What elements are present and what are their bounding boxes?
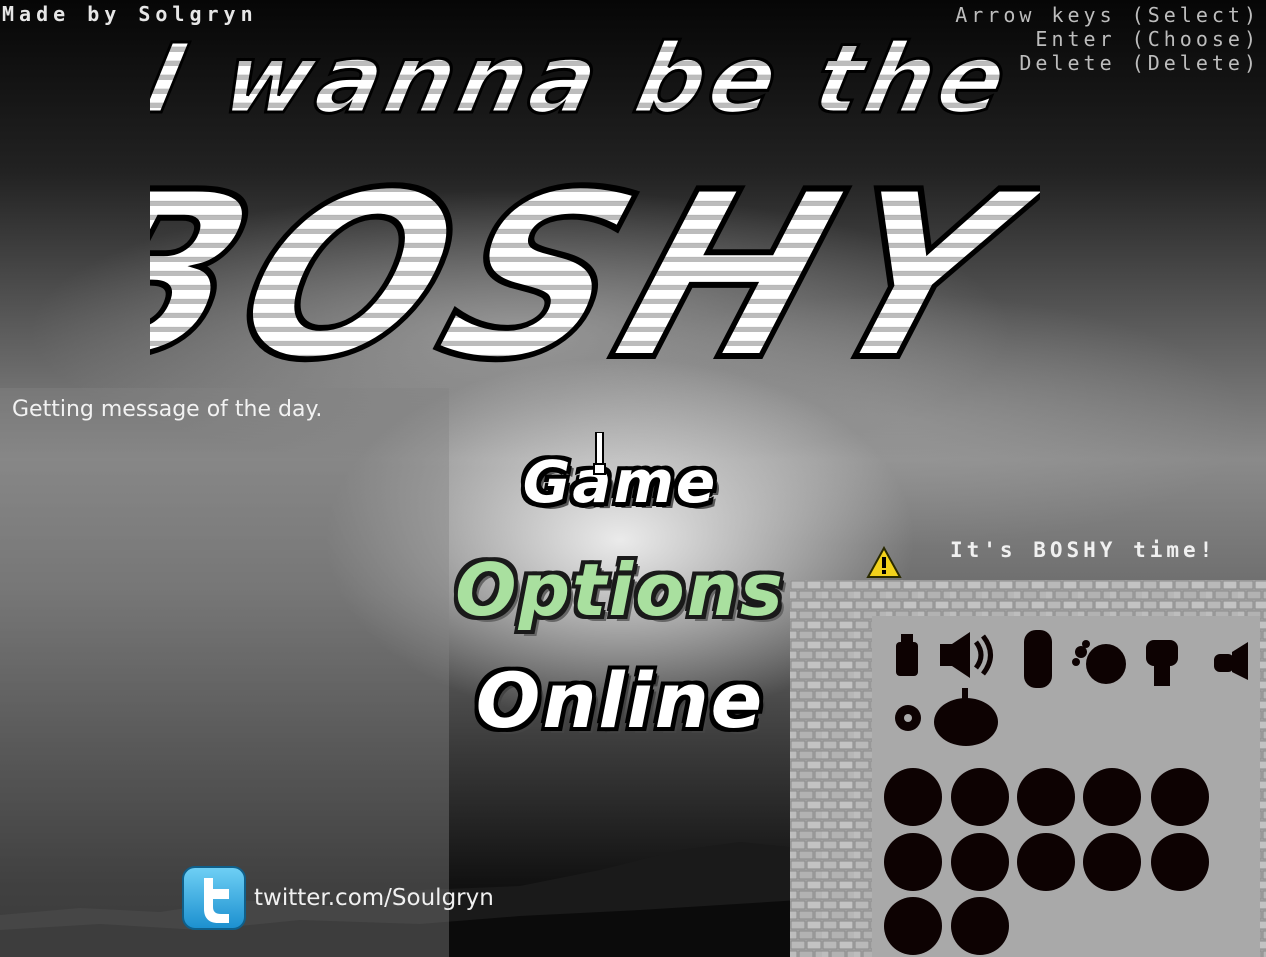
collection-panel	[790, 580, 1266, 957]
warning-icon	[866, 546, 902, 578]
credit-text: Made by Solgryn	[2, 2, 258, 26]
capsule-icon	[1024, 630, 1052, 688]
game-logo: I wanna be the BOSHY	[150, 24, 1040, 364]
gear-icon	[895, 705, 921, 731]
menu-cursor-icon	[593, 432, 606, 475]
status-notice: It's BOSHY time!	[950, 538, 1217, 562]
logo-line2: BOSHY	[150, 143, 1040, 364]
logo-line1: I wanna be the	[150, 24, 1020, 135]
menu-item-game[interactable]: Game	[385, 448, 855, 516]
message-of-the-day: Getting message of the day.	[12, 397, 323, 422]
twitter-icon[interactable]	[182, 866, 246, 930]
menu-item-online[interactable]: Online	[385, 656, 855, 745]
twitter-link[interactable]: twitter.com/Soulgryn	[254, 885, 494, 911]
title-screen: Made by Solgryn Arrow keys (Select) Ente…	[0, 0, 1266, 957]
menu-item-options[interactable]: Options	[385, 548, 855, 632]
